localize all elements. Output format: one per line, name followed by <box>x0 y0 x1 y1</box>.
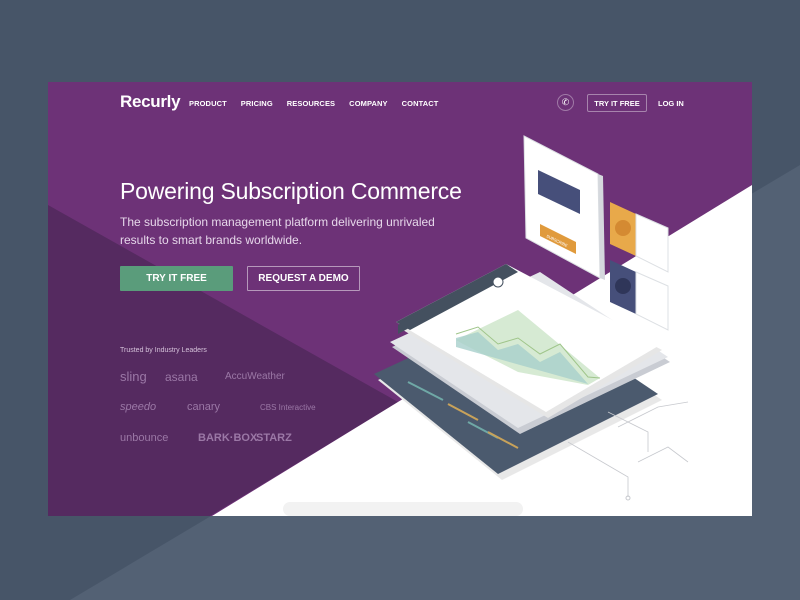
nav-try-it-free-button[interactable]: TRY IT FREE <box>587 94 647 112</box>
nav-link-pricing[interactable]: PRICING <box>241 99 273 108</box>
trusted-heading: Trusted by Industry Leaders <box>120 347 207 354</box>
isometric-illustration: SUBSCRIBE <box>374 135 689 501</box>
logo-asana: asana <box>165 370 198 384</box>
subscribe-window: SUBSCRIBE <box>523 135 605 280</box>
top-navigation: Recurly PRODUCT PRICING RESOURCES COMPAN… <box>48 82 752 124</box>
nav-link-contact[interactable]: CONTACT <box>402 99 439 108</box>
request-demo-button[interactable]: REQUEST A DEMO <box>247 266 360 291</box>
hero-title: Powering Subscription Commerce <box>120 178 462 204</box>
profile-card-blue <box>610 260 669 331</box>
hero-subtitle: The subscription management platform del… <box>120 215 435 247</box>
phone-icon: ✆ <box>561 97 570 107</box>
try-it-free-button[interactable]: TRY IT FREE <box>120 266 233 291</box>
nav-links: PRODUCT PRICING RESOURCES COMPANY CONTAC… <box>189 99 438 108</box>
login-link[interactable]: LOG IN <box>658 99 684 108</box>
logo-barkbox: BARK·BOX <box>198 432 258 444</box>
nav-link-resources[interactable]: RESOURCES <box>287 99 335 108</box>
nav-link-product[interactable]: PRODUCT <box>189 99 227 108</box>
nav-link-company[interactable]: COMPANY <box>349 99 387 108</box>
logo-accuweather: AccuWeather <box>225 371 285 382</box>
logo-unbounce: unbounce <box>120 432 169 444</box>
logo-cbs-interactive: CBS Interactive <box>260 403 316 412</box>
logo-speedo: speedo <box>120 401 157 413</box>
logo-sling: sling <box>120 369 147 384</box>
website-frame: SUBSCRIBE Recurly PRODUCT PRICING RESOUR… <box>48 82 752 516</box>
logo-starz: STARZ <box>256 432 292 444</box>
profile-card-orange <box>610 202 669 273</box>
recurly-logo[interactable]: Recurly <box>120 92 181 112</box>
logo-canary: canary <box>187 401 221 413</box>
phone-button[interactable]: ✆ <box>557 94 574 111</box>
